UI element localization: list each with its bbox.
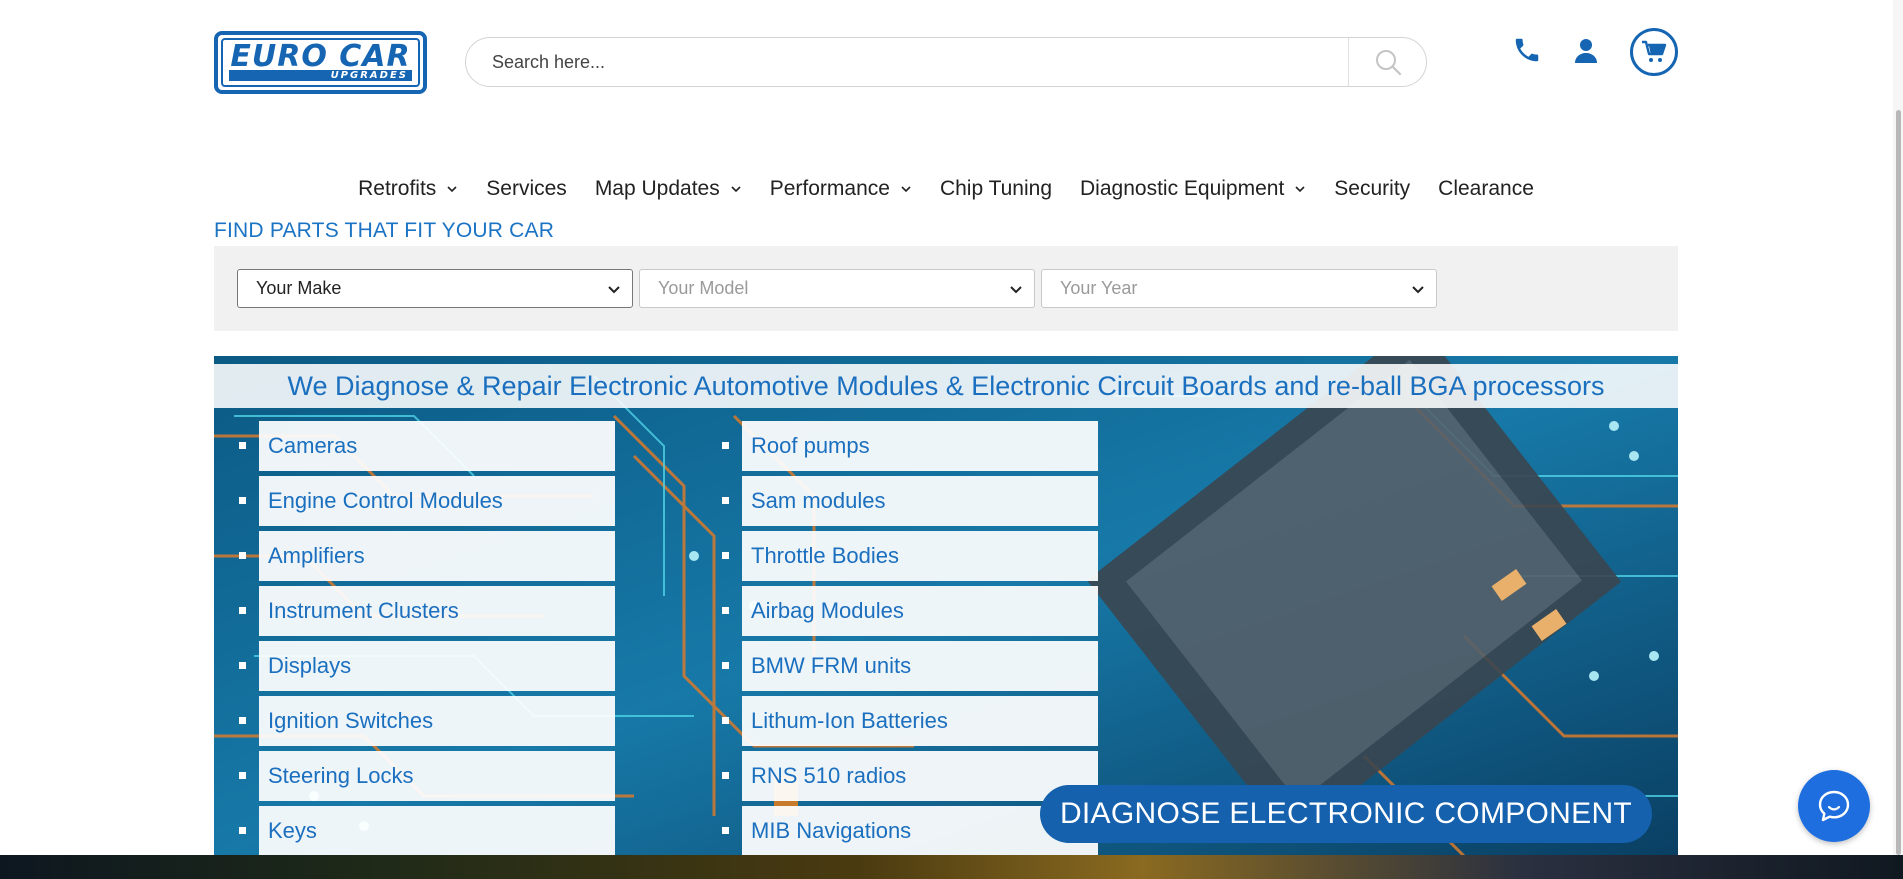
service-item-ignition-switches[interactable]: Ignition Switches xyxy=(239,696,615,746)
chat-icon xyxy=(1818,790,1850,822)
right-service-list: Roof pumps Sam modules Throttle Bodies Airb… xyxy=(722,421,1098,856)
chevron-down-icon xyxy=(447,186,457,193)
service-item-instrument-clusters[interactable]: Instrument Clusters xyxy=(239,586,615,636)
banner-title: We Diagnose & Repair Electronic Automoti… xyxy=(214,364,1678,408)
service-item-throttle-bodies[interactable]: Throttle Bodies xyxy=(722,531,1098,581)
search-bar xyxy=(465,37,1427,87)
nav-item-services[interactable]: Services xyxy=(472,177,581,201)
bottom-strip xyxy=(0,855,1903,879)
chat-button[interactable] xyxy=(1798,770,1870,842)
logo-frame: EURO CAR UPGRADES xyxy=(221,38,420,87)
nav-item-diagnostic-equipment[interactable]: Diagnostic Equipment xyxy=(1066,177,1320,201)
left-service-list: Cameras Engine Control Modules Amplifiers I… xyxy=(239,421,615,856)
nav-item-chip-tuning[interactable]: Chip Tuning xyxy=(926,177,1066,201)
nav-item-label: Chip Tuning xyxy=(939,177,1053,200)
cart-button[interactable] xyxy=(1630,28,1678,76)
logo-main-text: EURO CAR xyxy=(230,39,411,74)
chevron-down-icon xyxy=(608,286,620,294)
phone-icon xyxy=(1515,38,1539,62)
nav-item-label: Diagnostic Equipment xyxy=(1080,177,1285,200)
chevron-down-icon xyxy=(1295,186,1305,193)
model-select[interactable]: Your Model xyxy=(639,269,1035,308)
search-icon xyxy=(1376,50,1402,76)
logo-sub-text: UPGRADES xyxy=(330,70,408,81)
nav-item-security[interactable]: Security xyxy=(1320,177,1424,201)
year-select[interactable]: Your Year xyxy=(1041,269,1437,308)
chevron-down-icon xyxy=(731,186,741,193)
account-button[interactable] xyxy=(1570,35,1602,67)
service-item-steering-locks[interactable]: Steering Locks xyxy=(239,751,615,801)
service-item-cameras[interactable]: Cameras xyxy=(239,421,615,471)
repair-services-banner: We Diagnose & Repair Electronic Automoti… xyxy=(214,356,1678,856)
service-item-sam-modules[interactable]: Sam modules xyxy=(722,476,1098,526)
nav-item-map-updates[interactable]: Map Updates xyxy=(581,177,756,201)
vehicle-finder: Your Make Your Model Your Year xyxy=(214,246,1678,331)
nav-item-performance[interactable]: Performance xyxy=(756,177,926,201)
chevron-down-icon xyxy=(901,186,911,193)
nav-item-retrofits[interactable]: Retrofits xyxy=(344,177,472,201)
service-item-rns-510-radios[interactable]: RNS 510 radios xyxy=(722,751,1098,801)
make-select-value: Your Make xyxy=(256,278,342,298)
make-select[interactable]: Your Make xyxy=(237,269,633,308)
service-item-roof-pumps[interactable]: Roof pumps xyxy=(722,421,1098,471)
nav-item-label: Services xyxy=(486,177,567,200)
service-item-bmw-frm-units[interactable]: BMW FRM units xyxy=(722,641,1098,691)
diagnose-component-button[interactable]: DIAGNOSE ELECTRONIC COMPONENT xyxy=(1040,785,1652,843)
site-logo[interactable]: EURO CAR UPGRADES xyxy=(214,31,427,94)
search-button[interactable] xyxy=(1349,38,1427,86)
year-select-value: Your Year xyxy=(1060,278,1138,298)
model-select-value: Your Model xyxy=(658,278,749,298)
phone-button[interactable] xyxy=(1510,33,1544,67)
service-item-engine-control-modules[interactable]: Engine Control Modules xyxy=(239,476,615,526)
service-item-keys[interactable]: Keys xyxy=(239,806,615,856)
cart-icon xyxy=(1642,40,1667,62)
nav-item-clearance[interactable]: Clearance xyxy=(1424,177,1548,201)
service-item-displays[interactable]: Displays xyxy=(239,641,615,691)
search-input[interactable] xyxy=(490,38,1350,86)
nav-item-label: Performance xyxy=(769,177,890,200)
service-item-airbag-modules[interactable]: Airbag Modules xyxy=(722,586,1098,636)
find-parts-title: FIND PARTS THAT FIT YOUR CAR xyxy=(214,219,555,242)
nav-item-label: Map Updates xyxy=(594,177,720,200)
nav-item-label: Security xyxy=(1334,177,1411,200)
nav-item-label: Clearance xyxy=(1438,177,1534,200)
user-icon xyxy=(1575,39,1597,63)
chevron-down-icon xyxy=(1412,286,1424,294)
chevron-down-icon xyxy=(1010,286,1022,294)
nav-item-label: Retrofits xyxy=(358,177,437,200)
scrollbar-thumb[interactable] xyxy=(1896,110,1901,855)
service-item-lithum-ion-batteries[interactable]: Lithum-Ion Batteries xyxy=(722,696,1098,746)
service-item-amplifiers[interactable]: Amplifiers xyxy=(239,531,615,581)
main-navigation: Retrofits Services Map Updates Performance C… xyxy=(214,170,1678,208)
